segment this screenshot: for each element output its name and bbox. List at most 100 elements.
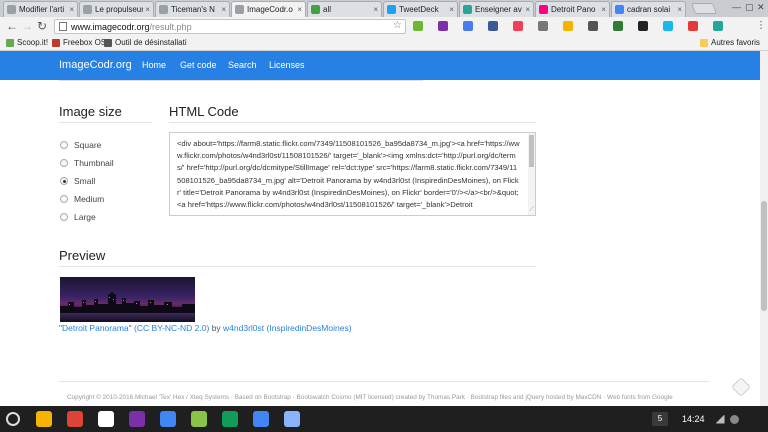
bookmark-favicon-icon bbox=[6, 38, 14, 47]
new-tab-button[interactable] bbox=[690, 3, 718, 14]
gmail-icon[interactable] bbox=[98, 411, 114, 427]
tab-close-icon[interactable]: × bbox=[601, 5, 606, 14]
close-window-icon[interactable]: ✕ bbox=[757, 2, 765, 13]
size-option-small[interactable]: Small bbox=[60, 176, 95, 186]
maximize-icon[interactable]: ▢ bbox=[745, 2, 754, 13]
address-bar[interactable]: www.imagecodr.org /result.php ☆ bbox=[54, 19, 406, 34]
circle-icon[interactable] bbox=[638, 21, 648, 31]
tab-close-icon[interactable]: × bbox=[145, 5, 150, 14]
browser-tab[interactable]: TweetDeck × bbox=[383, 1, 458, 17]
keep-icon[interactable] bbox=[588, 21, 598, 31]
tab-favicon-icon bbox=[7, 5, 16, 14]
chrome-icon[interactable] bbox=[67, 411, 83, 427]
page-scrollbar[interactable] bbox=[760, 51, 768, 406]
browser-tab[interactable]: all × bbox=[307, 1, 382, 17]
browser-tab[interactable]: Modifier l'arti × bbox=[3, 1, 78, 17]
camera-icon[interactable] bbox=[538, 21, 548, 31]
tab-close-icon[interactable]: × bbox=[449, 5, 454, 14]
html-code-textarea[interactable]: <div about='https://farm8.static.flickr.… bbox=[169, 132, 536, 216]
bookmark-favicon-icon bbox=[52, 38, 60, 47]
minimize-icon[interactable]: — bbox=[732, 2, 741, 12]
photos-icon[interactable] bbox=[191, 411, 207, 427]
resize-grip-icon[interactable]: ⟋ bbox=[529, 206, 534, 214]
browser-tab[interactable]: Le propulseur × bbox=[79, 1, 154, 17]
tab-title: Le propulseur bbox=[95, 5, 144, 14]
tab-close-icon[interactable]: × bbox=[373, 5, 378, 14]
tag-icon[interactable] bbox=[688, 21, 698, 31]
tab-close-icon[interactable]: × bbox=[525, 5, 530, 14]
bracket-icon[interactable] bbox=[713, 21, 723, 31]
tab-favicon-icon bbox=[539, 5, 548, 14]
radio-button[interactable] bbox=[60, 195, 68, 203]
radio-button[interactable] bbox=[60, 213, 68, 221]
evernote-icon[interactable] bbox=[413, 21, 423, 31]
docs-icon[interactable] bbox=[160, 411, 176, 427]
site-brand[interactable]: ImageCodr.org bbox=[59, 59, 132, 71]
radio-button[interactable] bbox=[60, 177, 68, 185]
reload-icon[interactable]: ↻ bbox=[37, 19, 47, 33]
tab-close-icon[interactable]: × bbox=[69, 5, 74, 14]
folder-icon bbox=[700, 38, 708, 47]
browser-tab[interactable]: ImageCodr.o × bbox=[231, 1, 306, 17]
calendar-icon[interactable] bbox=[284, 411, 300, 427]
browser-tab[interactable]: cadran solai × bbox=[611, 1, 686, 17]
nav-search[interactable]: Search bbox=[228, 60, 257, 70]
bookmark-item[interactable]: Outil de désinstallati bbox=[104, 38, 187, 47]
divider bbox=[169, 122, 536, 123]
menu-icon[interactable]: ⋮ bbox=[756, 19, 766, 33]
size-option-medium[interactable]: Medium bbox=[60, 194, 104, 204]
scrollbar-thumb[interactable] bbox=[761, 201, 767, 311]
bookmark-item[interactable]: Freebox OS bbox=[52, 38, 106, 47]
notification-count[interactable]: 5 bbox=[652, 412, 668, 426]
tab-title: Detroit Pano bbox=[551, 5, 596, 14]
radio-button[interactable] bbox=[60, 159, 68, 167]
sheets-icon[interactable] bbox=[222, 411, 238, 427]
tab-close-icon[interactable]: × bbox=[677, 5, 682, 14]
size-option-thumbnail[interactable]: Thumbnail bbox=[60, 158, 114, 168]
shield-icon[interactable] bbox=[613, 21, 623, 31]
os-shelf: 5 14:24 bbox=[0, 406, 768, 432]
launcher-icon[interactable] bbox=[6, 412, 20, 426]
klout-icon[interactable] bbox=[488, 21, 498, 31]
by-label: by bbox=[209, 323, 224, 333]
divider bbox=[59, 122, 152, 123]
bookmark-icon[interactable] bbox=[463, 21, 473, 31]
tab-close-icon[interactable]: × bbox=[297, 5, 302, 14]
preview-credit: "Detroit Panorama" (CC BY-NC-ND 2.0) by … bbox=[59, 323, 352, 333]
tab-title: Enseigner av bbox=[475, 5, 522, 14]
back-to-top-icon[interactable] bbox=[731, 377, 751, 397]
textarea-scrollbar[interactable] bbox=[528, 133, 535, 215]
radio-button[interactable] bbox=[60, 141, 68, 149]
files-icon[interactable] bbox=[253, 411, 269, 427]
chrome-icon[interactable] bbox=[563, 21, 573, 31]
browser-tab[interactable]: Ticeman's N × bbox=[155, 1, 230, 17]
nav-get-code[interactable]: Get code bbox=[180, 60, 217, 70]
size-option-label: Square bbox=[74, 140, 102, 150]
bookmark-item[interactable]: Scoop.it! bbox=[6, 38, 48, 47]
bookmark-star-icon[interactable]: ☆ bbox=[393, 20, 402, 31]
browser-tab[interactable]: Detroit Pano × bbox=[535, 1, 610, 17]
tab-close-icon[interactable]: × bbox=[221, 5, 226, 14]
pocket-icon[interactable] bbox=[513, 21, 523, 31]
browser-tab[interactable]: Enseigner av × bbox=[459, 1, 534, 17]
textarea-scroll-thumb[interactable] bbox=[529, 135, 534, 167]
size-option-square[interactable]: Square bbox=[60, 140, 101, 150]
preview-image[interactable] bbox=[60, 277, 195, 322]
nav-licenses[interactable]: Licenses bbox=[269, 60, 305, 70]
other-bookmarks[interactable]: Autres favoris bbox=[700, 38, 760, 47]
photo-title-link[interactable]: Detroit Panorama bbox=[62, 323, 129, 333]
forward-icon[interactable]: → bbox=[21, 19, 33, 33]
system-tray[interactable]: 5 14:24 bbox=[652, 411, 739, 427]
html-code-text: <div about='https://farm8.static.flickr.… bbox=[177, 139, 520, 210]
back-icon[interactable]: ← bbox=[6, 19, 18, 33]
vimeo-icon[interactable] bbox=[663, 21, 673, 31]
size-option-label: Thumbnail bbox=[74, 158, 114, 168]
other-bookmarks-label: Autres favoris bbox=[711, 38, 760, 47]
nav-home[interactable]: Home bbox=[142, 60, 166, 70]
onenote-icon[interactable] bbox=[129, 411, 145, 427]
size-option-large[interactable]: Large bbox=[60, 212, 96, 222]
onenote-icon[interactable] bbox=[438, 21, 448, 31]
license-link[interactable]: CC BY-NC-ND 2.0 bbox=[137, 323, 207, 333]
author-link[interactable]: w4nd3rl0st (InspiredinDesMoines) bbox=[223, 323, 352, 333]
drive-icon[interactable] bbox=[36, 411, 52, 427]
